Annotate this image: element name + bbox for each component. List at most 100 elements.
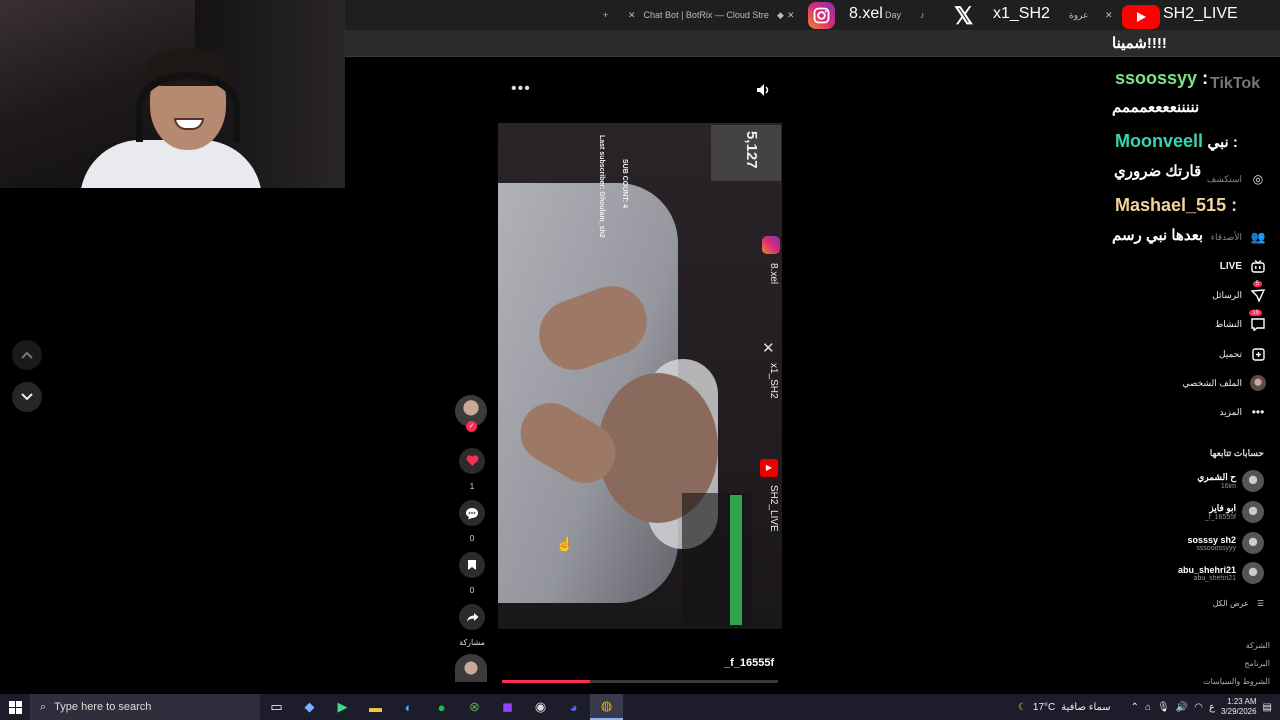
follow-check-icon[interactable]: ✓	[466, 421, 477, 432]
messages-icon: 5	[1250, 281, 1266, 303]
share-label: مشاركة	[459, 638, 485, 647]
video-progress-bar[interactable]	[502, 680, 778, 683]
save-button[interactable]	[459, 552, 485, 578]
nav-profile[interactable]: الملف الشخصي	[1182, 375, 1266, 391]
clock-time: 1:23 AM	[1227, 697, 1257, 706]
following-username: _f_16555f	[1204, 514, 1236, 521]
chat-text: شمينا!!!!	[1112, 35, 1167, 52]
obs-icon[interactable]: ◉	[524, 694, 557, 720]
following-item[interactable]: ابو فايز _f_16555f	[1205, 501, 1264, 523]
following-item[interactable]: abu_shehri21 abu_shehri21	[1178, 562, 1264, 584]
temperature[interactable]: 17°C	[1033, 702, 1055, 713]
following-name: sosssy sh2	[1187, 534, 1236, 545]
windows-start-button[interactable]	[0, 694, 30, 720]
share-button[interactable]	[459, 604, 485, 630]
weather-text[interactable]: سماء صافية	[1061, 702, 1110, 713]
language-indicator[interactable]: ع	[1209, 702, 1215, 713]
tab-day[interactable]: Day	[885, 5, 901, 25]
nav-friends[interactable]: الأصدقاء 👥	[1211, 229, 1266, 245]
nav-more[interactable]: المزيد •••	[1219, 404, 1266, 420]
copilot-icon[interactable]: ◆	[293, 694, 326, 720]
file-explorer-icon[interactable]: ▬	[359, 694, 392, 720]
video-player[interactable]: 5,127 SUB COUNT: 4 Last subscriber: Ghou…	[498, 123, 782, 629]
chat-username: Moonveell	[1115, 131, 1204, 151]
chat-message: ssoossyy :	[1115, 68, 1209, 88]
new-tab-button[interactable]: +	[603, 5, 608, 25]
more-options-icon[interactable]: •••	[511, 80, 531, 98]
video-author[interactable]: _f_16555f	[724, 657, 774, 669]
nav-messages[interactable]: الرسائل 5	[1212, 281, 1266, 303]
chat-text: قارتك ضروري	[1114, 163, 1202, 180]
windows-taskbar: ⌕ Type here to search ▭ ◆ ▶ ▬ ◐ ● ⊗ ◼ ◉ …	[0, 694, 1280, 720]
speaker-icon[interactable]: 🔊	[1176, 702, 1188, 713]
chevron-up-icon[interactable]: ⌃	[1131, 702, 1139, 713]
clock-date: 3/29/2026	[1220, 707, 1257, 716]
wifi-icon[interactable]: ◠	[1194, 702, 1203, 713]
tab-botrix[interactable]: ✕ Chat Bot | BotRix — Cloud Stre ◆	[628, 5, 784, 25]
footer-link[interactable]: الشركة	[1246, 641, 1270, 650]
next-video-button[interactable]	[12, 382, 42, 412]
chat-text: نننننععععمممم	[1112, 99, 1200, 116]
like-button[interactable]	[459, 448, 485, 474]
profile-avatar-icon	[1250, 375, 1266, 391]
tiktok-tab-icon[interactable]: ♪	[920, 5, 925, 25]
nav-explore[interactable]: استكشف ◎	[1207, 171, 1266, 187]
taskbar-search[interactable]: ⌕ Type here to search	[30, 694, 260, 720]
notifications-icon[interactable]: ▤	[1263, 702, 1272, 713]
video-last-subscriber: Last subscriber: Ghoulam_sh2	[598, 135, 605, 238]
x-handle: x1_SH2	[993, 5, 1050, 22]
previous-video-button[interactable]	[12, 340, 42, 370]
twitch-icon[interactable]: ◼	[491, 694, 524, 720]
chat-message: شمينا!!!!	[1112, 34, 1167, 53]
nav-label: الرسائل	[1212, 289, 1242, 300]
play-store-icon[interactable]: ▶	[326, 694, 359, 720]
nav-upload[interactable]: تحميل	[1219, 346, 1266, 362]
tab-close-2[interactable]: ✕	[1105, 5, 1113, 25]
task-view-icon[interactable]: ▭	[260, 694, 293, 720]
more-icon: •••	[1251, 405, 1265, 419]
next-creator-avatar[interactable]	[455, 654, 487, 682]
x-logo-icon: 𝕏	[954, 3, 974, 30]
tab-close[interactable]: ✕	[787, 5, 795, 25]
nav-activity[interactable]: النشاط 19	[1215, 310, 1266, 332]
volume-icon[interactable]	[755, 82, 771, 98]
xbox-icon[interactable]: ⊗	[458, 694, 491, 720]
footer-link[interactable]: البرنامج	[1244, 659, 1270, 668]
clock[interactable]: 1:23 AM 3/29/2026	[1221, 697, 1257, 717]
tab-urwa[interactable]: عروة	[1069, 5, 1088, 25]
video-x-icon: ✕	[762, 340, 775, 357]
video-youtube-handle: SH2_LIVE	[768, 485, 779, 532]
nav-label: تحميل	[1218, 348, 1242, 359]
see-all-button[interactable]: عرض الكل ☰	[1213, 599, 1264, 608]
network-icon[interactable]: ⌂	[1145, 702, 1151, 713]
nav-live[interactable]: LIVE	[1220, 258, 1266, 274]
chrome-icon[interactable]: ◍	[590, 694, 623, 720]
tab-label: Chat Bot | BotRix — Cloud Stre	[643, 10, 769, 20]
discord-icon[interactable]: ◕	[557, 694, 590, 720]
following-item[interactable]: ح الشمري 16im	[1197, 470, 1264, 492]
tab-close-icon[interactable]: ✕	[628, 10, 636, 21]
following-item[interactable]: sosssy sh2 sssooossyyy	[1187, 532, 1264, 554]
search-icon: ⌕	[40, 700, 47, 713]
microphone-icon[interactable]: 🎙	[1157, 702, 1170, 713]
footer-link[interactable]: الشروط والسياسات	[1203, 677, 1270, 686]
nav-label: الأصدقاء	[1210, 231, 1242, 242]
edge-icon[interactable]: ◐	[392, 694, 425, 720]
activity-badge: 19	[1249, 310, 1262, 316]
compass-icon: ◎	[1252, 172, 1264, 186]
see-all-label: عرض الكل	[1212, 599, 1249, 608]
following-name: abu_shehri21	[1177, 564, 1236, 575]
youtube-handle: SH2_LIVE	[1163, 5, 1238, 22]
following-avatar	[1242, 562, 1264, 584]
video-sub-label: SUB COUNT: 4	[621, 159, 628, 209]
comment-button[interactable]	[459, 500, 485, 526]
list-icon: ☰	[1256, 599, 1264, 608]
spotify-icon[interactable]: ●	[425, 694, 458, 720]
video-sub-number: 5,127	[743, 131, 760, 169]
following-name: ابو فايز	[1209, 503, 1236, 513]
video-instagram-handle: 8.xel	[768, 263, 779, 285]
video-instagram-icon	[762, 236, 780, 254]
tiktok-logo[interactable]: TikTok	[1210, 75, 1260, 93]
following-username: 16im	[1220, 483, 1236, 490]
chat-message: نننننععععمممم	[1112, 98, 1199, 117]
